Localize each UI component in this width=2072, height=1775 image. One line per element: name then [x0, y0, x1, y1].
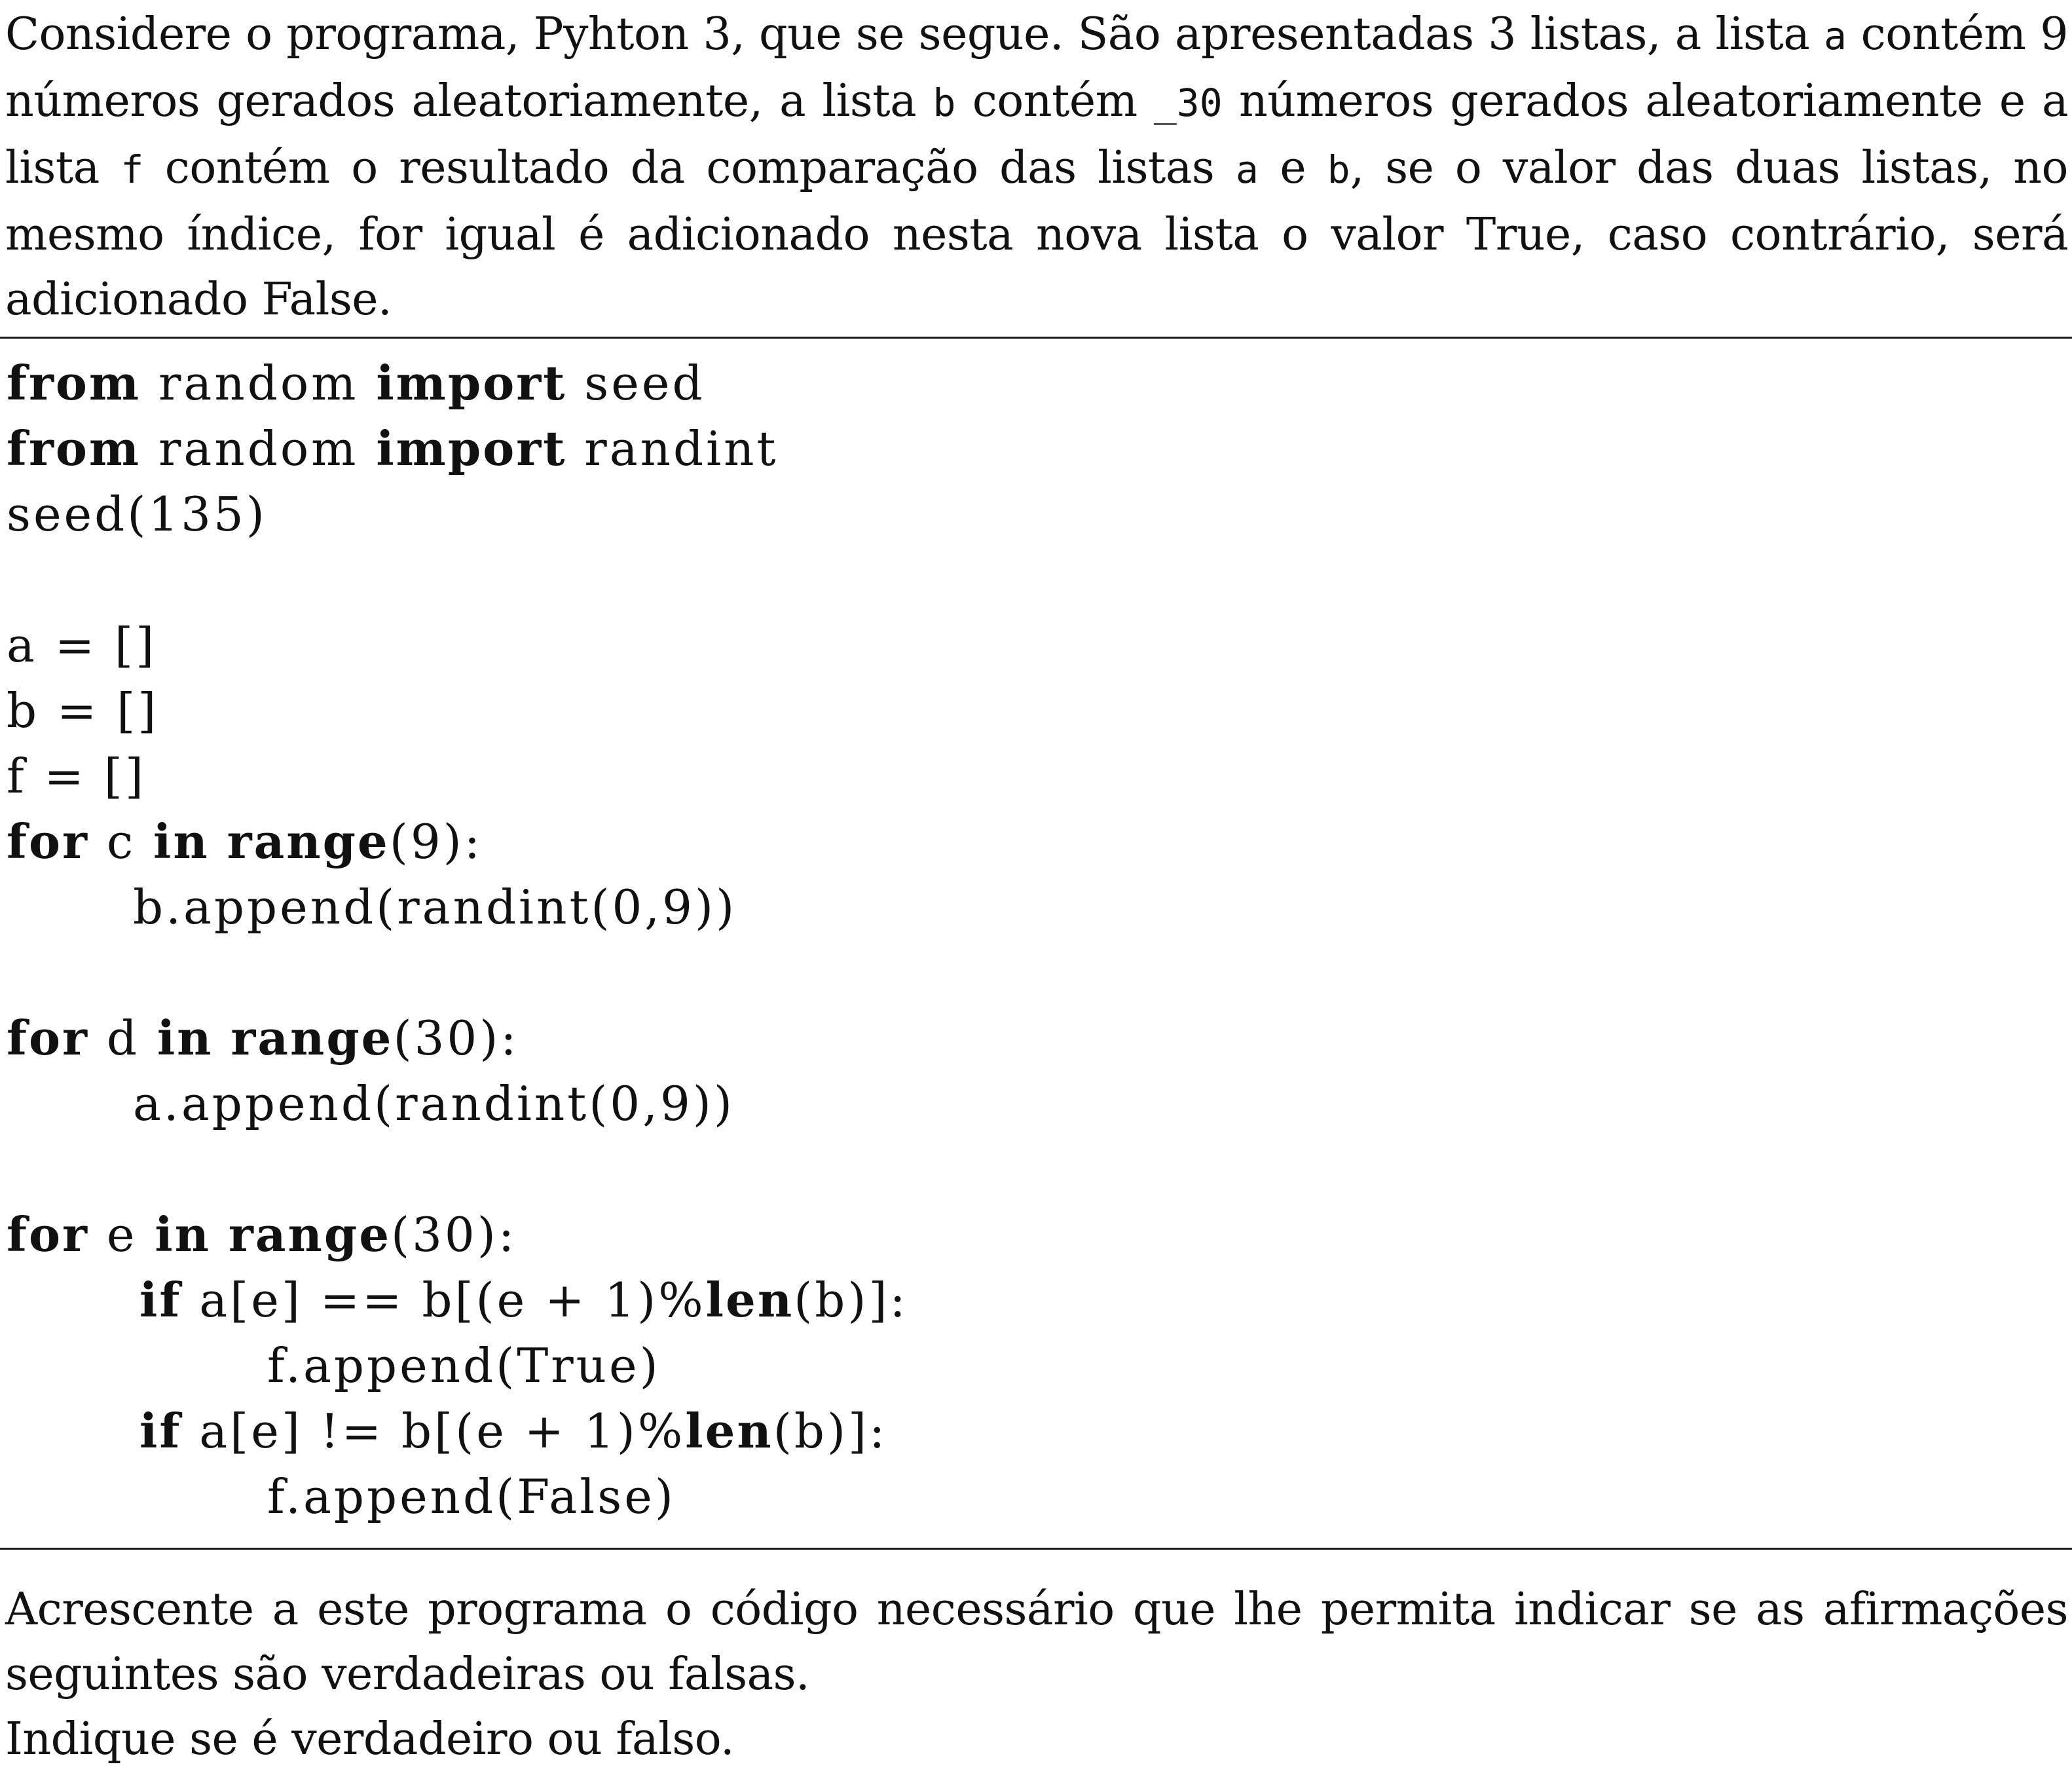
code-text: a[e] == b[(e + 1)% [181, 1273, 706, 1328]
var-f: f [120, 147, 144, 192]
keyword: len [705, 1272, 794, 1328]
keyword: import [376, 420, 567, 476]
code-text: seed [566, 356, 705, 411]
code-text: b.append(randint(0,9)) [133, 880, 737, 935]
code-text: randint [566, 421, 779, 476]
keyword: from [7, 355, 141, 411]
top-rule [0, 337, 2072, 339]
keyword: for [7, 1206, 89, 1262]
count-b: _30 [1153, 81, 1223, 125]
code-text: f.append(False) [267, 1469, 676, 1524]
code-line: for e in range(30): [7, 1202, 2063, 1267]
keyword: if [139, 1403, 182, 1459]
code-text: a = [] [7, 618, 157, 673]
code-line: for c in range(9): [7, 809, 2063, 874]
code-line: f.append(False) [7, 1464, 2063, 1529]
var-a-ref: a [1235, 147, 1259, 192]
code-text: b = [] [7, 683, 159, 738]
code-text: (9): [389, 814, 483, 869]
code-text: seed(135) [7, 487, 267, 542]
var-a: a [1824, 14, 1847, 58]
code-listing: from random import seed from random impo… [7, 350, 2063, 1529]
keyword: len [685, 1403, 773, 1459]
code-text: f = [] [7, 749, 146, 804]
code-line: f.append(True) [7, 1333, 2063, 1398]
bottom-rule [0, 1548, 2072, 1550]
intro-text-5: contém o resultado da comparação das lis… [143, 142, 1236, 194]
code-text: a[e] != b[(e + 1)% [181, 1404, 686, 1459]
keyword: for [7, 813, 89, 869]
code-line: seed(135) [7, 481, 2063, 547]
outro-prompt: Indique se é verdadeiro ou falso. [5, 1713, 735, 1765]
code-line: if a[e] != b[(e + 1)%len(b)]: [7, 1398, 2063, 1464]
code-line: a.append(randint(0,9)) [7, 1071, 2063, 1136]
code-text: a.append(randint(0,9)) [133, 1076, 735, 1131]
code-text: (b)]: [794, 1273, 908, 1328]
keyword: import [376, 355, 567, 411]
keyword: range [231, 1010, 394, 1066]
intro-paragraph: Considere o programa, Pyhton 3, que se s… [5, 2, 2069, 332]
code-line: b.append(randint(0,9)) [7, 874, 2063, 940]
question-page: Considere o programa, Pyhton 3, que se s… [0, 0, 2072, 1775]
code-line: if a[e] == b[(e + 1)%len(b)]: [7, 1267, 2063, 1333]
code-line: b = [] [7, 678, 2063, 743]
code-text: f.append(True) [267, 1338, 661, 1393]
code-text: d [88, 1011, 157, 1066]
keyword: if [139, 1272, 182, 1328]
keyword: in [153, 813, 210, 869]
code-text: random [141, 421, 377, 476]
keyword: for [7, 1010, 89, 1066]
var-b-ref: b [1327, 147, 1350, 192]
code-text: random [141, 356, 377, 411]
code-text: (30): [393, 1011, 519, 1066]
intro-text: Considere o programa, Pyhton 3, que se s… [5, 2, 2069, 332]
intro-text-3: contém [955, 75, 1154, 127]
keyword: range [227, 813, 390, 869]
code-text: (30): [391, 1207, 517, 1262]
code-line: from random import seed [7, 350, 2063, 416]
code-text: c [88, 814, 154, 869]
keyword: in [155, 1206, 212, 1262]
outro-paragraph: Acrescente a este programa o código nece… [5, 1577, 2069, 1772]
keyword: in [157, 1010, 213, 1066]
intro-text-6: e [1258, 142, 1327, 194]
code-line: f = [] [7, 743, 2063, 809]
code-line: a = [] [7, 612, 2063, 678]
var-b: b [933, 81, 956, 125]
keyword: from [7, 420, 141, 476]
code-text: e [88, 1207, 155, 1262]
outro-instruction: Acrescente a este programa o código nece… [5, 1584, 2069, 1700]
code-text: (b)]: [773, 1404, 888, 1459]
code-line: from random import randint [7, 416, 2063, 481]
intro-text-1: Considere o programa, Pyhton 3, que se s… [5, 9, 1824, 60]
keyword: range [228, 1206, 392, 1262]
code-line: for d in range(30): [7, 1005, 2063, 1071]
